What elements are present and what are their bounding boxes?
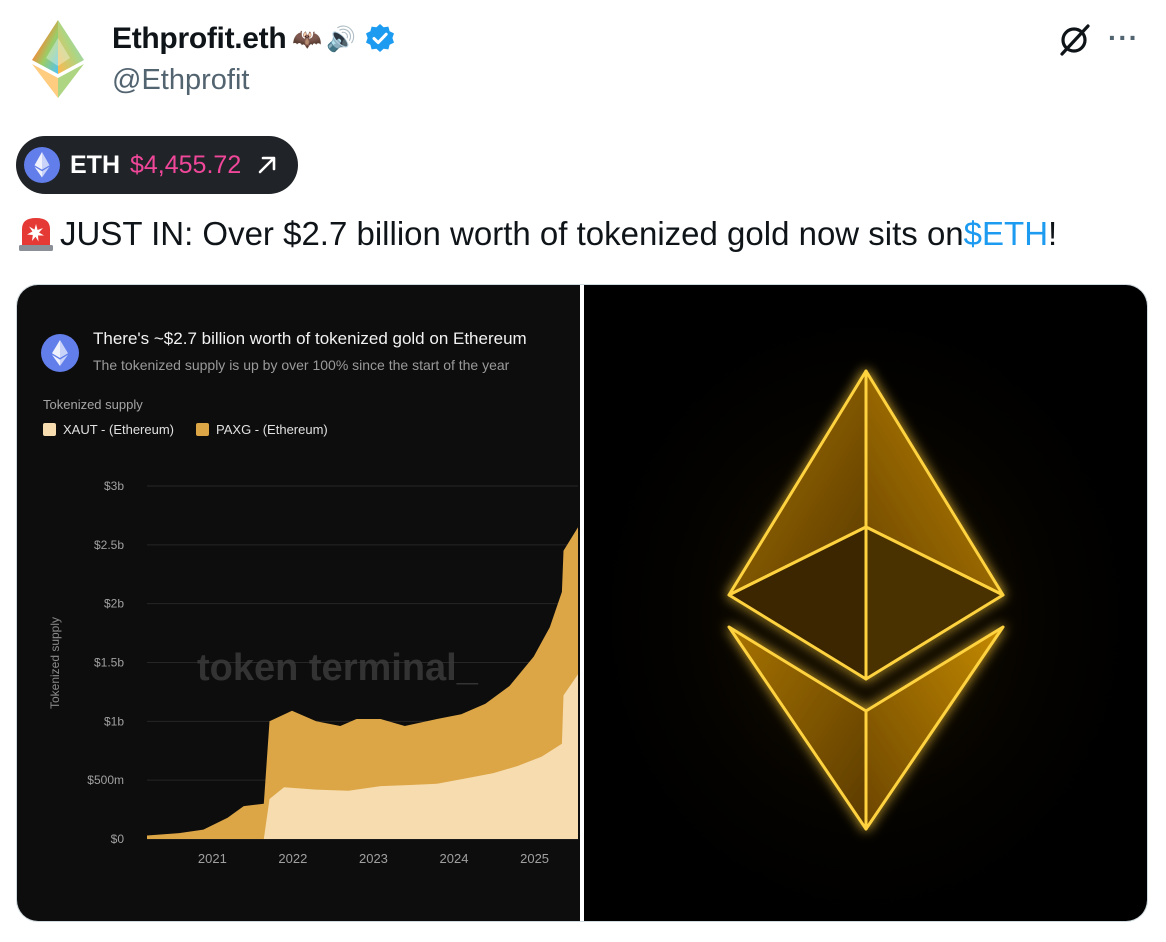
ethereum-logo-icon bbox=[24, 147, 60, 183]
ethereum-glowing-gold-logo-icon bbox=[584, 285, 1147, 921]
y-tick-label: $2.5b bbox=[94, 538, 124, 552]
y-tick-label: $1b bbox=[104, 714, 124, 728]
media-image-chart[interactable]: There's ~$2.7 billion worth of tokenized… bbox=[17, 285, 580, 921]
x-tick-label: 2025 bbox=[520, 851, 549, 866]
tweet-text-main: JUST IN: Over $2.7 billion worth of toke… bbox=[60, 215, 964, 252]
media-grid: There's ~$2.7 billion worth of tokenized… bbox=[16, 284, 1148, 922]
siren-emoji-icon bbox=[19, 218, 53, 251]
cashtag-link[interactable]: $ETH bbox=[964, 215, 1048, 253]
y-axis-label: Tokenized supply bbox=[48, 617, 62, 709]
author-name[interactable]: Ethprofit.eth bbox=[112, 22, 287, 56]
chart-watermark: token terminal_ bbox=[197, 647, 479, 689]
bat-emoji: 🦇 bbox=[292, 25, 323, 53]
ticker-price: $4,455.72 bbox=[130, 150, 242, 179]
more-options-button[interactable]: ··· bbox=[1108, 22, 1139, 54]
tweet-text-end: ! bbox=[1048, 215, 1058, 252]
x-tick-label: 2024 bbox=[440, 851, 469, 866]
media-image-eth-logo[interactable] bbox=[584, 285, 1147, 921]
y-tick-label: $3b bbox=[104, 479, 124, 493]
y-tick-label: $1.5b bbox=[94, 656, 124, 670]
y-tick-label: $500m bbox=[87, 773, 124, 787]
grok-icon[interactable] bbox=[1054, 20, 1094, 60]
y-tick-label: $2b bbox=[104, 597, 124, 611]
arrow-up-right-icon bbox=[258, 156, 276, 174]
eth-price-ticker[interactable]: ETH $4,455.72 bbox=[16, 136, 298, 194]
author-handle[interactable]: @Ethprofit bbox=[112, 64, 249, 97]
x-tick-label: 2021 bbox=[198, 851, 227, 866]
verified-badge-icon[interactable] bbox=[364, 23, 396, 55]
ticker-symbol: ETH bbox=[70, 150, 120, 179]
author-avatar[interactable] bbox=[24, 18, 92, 100]
tokenized-supply-chart: $0 $500m $1b $1.5b $2b $2.5b $3b token terminal… bbox=[48, 479, 578, 866]
speaker-emoji: 🔊 bbox=[326, 25, 357, 53]
x-tick-label: 2022 bbox=[278, 851, 307, 866]
tweet-text: JUST IN: Over $2.7 billion worth of toke… bbox=[16, 214, 1057, 254]
y-tick-label: $0 bbox=[111, 832, 125, 846]
x-tick-label: 2023 bbox=[359, 851, 388, 866]
